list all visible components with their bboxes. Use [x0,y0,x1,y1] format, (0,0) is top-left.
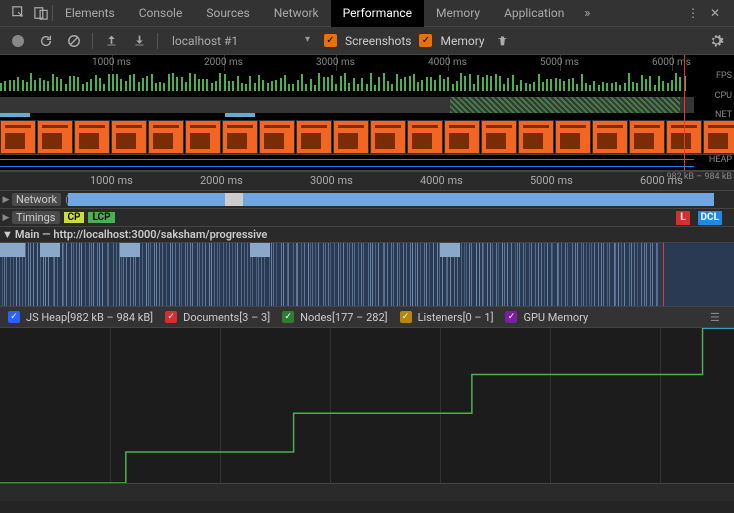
tick: 5000 ms [530,174,573,187]
tab-elements[interactable]: Elements [53,0,127,27]
dcl-badge[interactable]: DCL [698,211,722,225]
hamburger-icon[interactable]: ☰ [710,311,726,324]
tick: 3000 ms [316,57,355,68]
main-track-header[interactable]: ▼ Main — http://localhost:3000/saksham/p… [0,226,734,242]
gc-icon[interactable] [493,31,513,51]
screenshot-filmstrip[interactable] [0,119,734,155]
tick: 3000 ms [310,174,353,187]
separator [92,33,93,49]
main-track-label: Main — http://localhost:3000/saksham/pro… [15,228,267,241]
screenshot-frame[interactable] [296,120,332,154]
heap-overview: HEAP 982 kB – 984 kB [0,155,734,171]
tick: 1000 ms [92,57,131,68]
screenshot-frame[interactable] [37,120,73,154]
device-toggle-icon[interactable] [30,2,52,24]
screenshot-frame[interactable] [370,120,406,154]
tab-performance[interactable]: Performance [331,0,424,27]
tab-application[interactable]: Application [492,0,576,27]
heap-label: HEAP [709,155,732,165]
screenshot-frame[interactable] [518,120,554,154]
inspect-icon[interactable] [8,2,30,24]
screenshot-frame[interactable] [148,120,184,154]
screenshot-frame[interactable] [629,120,665,154]
tick: 2000 ms [200,174,243,187]
expand-icon[interactable]: ▶ [0,213,12,223]
timeline-ruler[interactable]: 1000 ms2000 ms3000 ms4000 ms5000 ms6000 … [0,172,734,190]
tab-console[interactable]: Console [127,0,195,27]
clear-button[interactable] [64,31,84,51]
screenshot-frame[interactable] [222,120,258,154]
heap-range: 982 kB – 984 kB [666,172,732,182]
timings-track-label: Timings [12,211,60,224]
reload-record-button[interactable] [36,31,56,51]
tab-network[interactable]: Network [262,0,331,27]
heap-chart[interactable] [0,328,734,483]
nodes-toggle[interactable]: ✓ Nodes[177 – 282] [282,311,387,324]
screenshot-frame[interactable] [0,120,36,154]
perf-toolbar: localhost #1 ✓ Screenshots ✓ Memory [0,27,734,55]
close-icon[interactable]: ✕ [704,2,726,24]
screenshot-frame[interactable] [333,120,369,154]
settings-gear-icon[interactable] [706,31,726,51]
collapse-icon[interactable]: ▼ [2,228,13,241]
devtools-tabbar: ElementsConsoleSourcesNetworkPerformance… [0,0,734,27]
memory-stats-bar: ✓ JS Heap[982 kB – 984 kB] ✓ Documents[3… [0,306,734,328]
tick: 4000 ms [420,174,463,187]
footer-ruler [0,483,734,501]
more-tabs-icon[interactable]: » [576,2,598,24]
screenshot-frame[interactable] [407,120,443,154]
cp-chip[interactable]: CP [64,212,85,223]
tick: 1000 ms [90,174,133,187]
screenshot-frame[interactable] [555,120,591,154]
overview-pane[interactable]: 1000 ms 2000 ms 3000 ms 4000 ms 5000 ms 6000 … [0,55,734,172]
cpu-label: CPU [715,91,732,101]
record-button[interactable] [8,31,28,51]
lcp-chip[interactable]: LCP [88,212,114,223]
jsheap-toggle[interactable]: ✓ JS Heap[982 kB – 984 kB] [8,311,153,324]
tab-memory[interactable]: Memory [424,0,492,27]
cpu-lane: CPU [0,91,734,113]
listeners-toggle[interactable]: ✓ Listeners[0 – 1] [400,311,494,324]
screenshot-frame[interactable] [703,120,734,154]
screenshot-frame[interactable] [444,120,480,154]
memory-checkbox[interactable]: ✓ [419,34,432,47]
download-icon[interactable] [129,31,149,51]
target-select[interactable]: localhost #1 [166,32,316,50]
overview-ruler: 1000 ms 2000 ms 3000 ms 4000 ms 5000 ms 6000 … [0,55,734,71]
screenshot-frame[interactable] [592,120,628,154]
gpu-toggle[interactable]: ✓ GPU Memory [505,311,588,324]
fps-label: FPS [716,71,732,81]
separator [157,33,158,49]
screenshot-frame[interactable] [185,120,221,154]
main-flame-chart[interactable] [0,242,734,306]
screenshot-frame[interactable] [481,120,517,154]
upload-icon[interactable] [101,31,121,51]
screenshot-frame[interactable] [111,120,147,154]
timings-track[interactable]: ▶ Timings CP LCP L DCL [0,208,734,226]
network-track[interactable]: ▶ Network (localhost) [0,190,734,208]
tab-sources[interactable]: Sources [194,0,261,27]
net-label: NET [715,110,732,120]
screenshots-checkbox[interactable]: ✓ [324,34,337,47]
net-lane: NET [0,113,734,119]
fps-lane: FPS [0,71,734,91]
documents-toggle[interactable]: ✓ Documents[3 – 3] [165,311,270,324]
expand-icon[interactable]: ▶ [0,195,12,205]
screenshot-frame[interactable] [74,120,110,154]
tick: 5000 ms [540,57,579,68]
tick: 6000 ms [652,57,691,68]
screenshot-frame[interactable] [259,120,295,154]
network-track-label: Network [12,193,61,206]
kebab-icon[interactable]: ⋮ [682,2,704,24]
load-badge[interactable]: L [676,211,690,225]
tick: 4000 ms [428,57,467,68]
screenshots-label: Screenshots [345,34,411,48]
memory-label: Memory [440,34,484,48]
tick: 2000 ms [204,57,243,68]
